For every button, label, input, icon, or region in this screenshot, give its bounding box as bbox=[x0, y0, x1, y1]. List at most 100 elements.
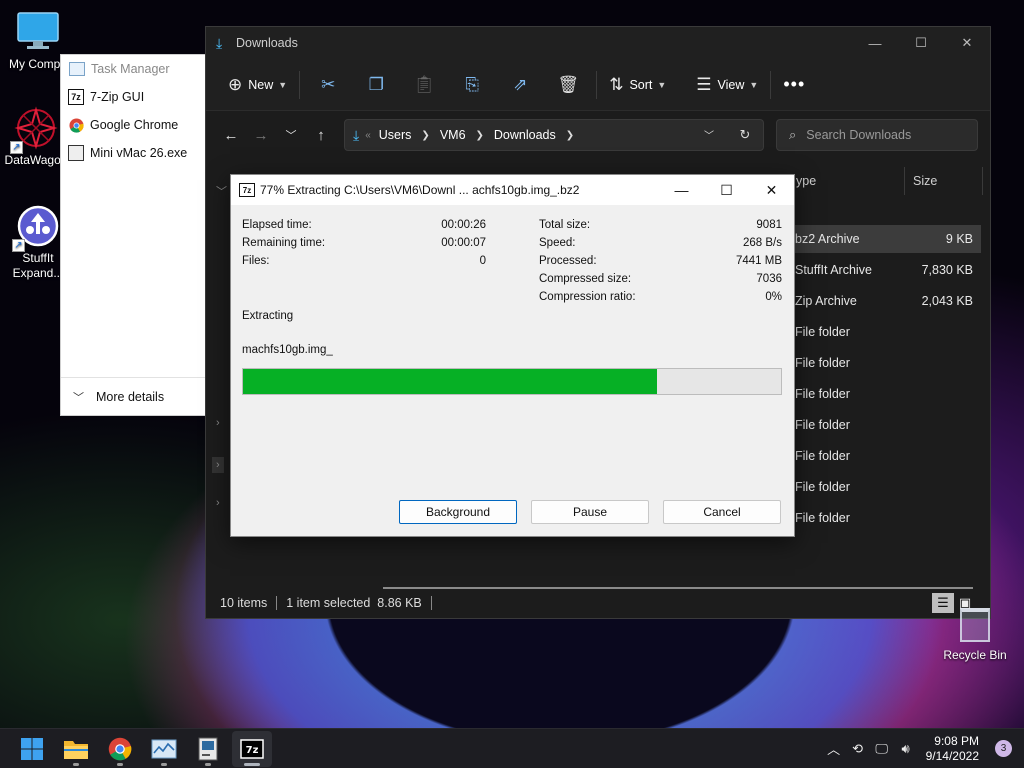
file-type: File folder bbox=[795, 511, 850, 525]
chevron-up-icon[interactable]: ︿ bbox=[822, 739, 846, 758]
refresh-icon[interactable]: ↻ bbox=[727, 127, 763, 143]
taskbar-file-explorer[interactable] bbox=[56, 731, 96, 767]
file-row[interactable]: File folder bbox=[791, 411, 981, 439]
file-row[interactable]: File folder bbox=[791, 380, 981, 408]
chevron-down-icon: ▼ bbox=[749, 79, 759, 90]
more-details-button[interactable]: ﹀ More details bbox=[61, 377, 219, 415]
running-indicator bbox=[117, 762, 123, 766]
maximize-button[interactable]: ☐ bbox=[898, 27, 944, 59]
expand-chevron-icon[interactable]: ﹀ bbox=[216, 183, 227, 199]
address-bar[interactable]: ⤓ « Users ❯ VM6 ❯ Downloads ❯ ﹀ ↻ bbox=[344, 119, 764, 151]
cut-icon[interactable]: ✂ bbox=[304, 69, 352, 101]
file-row[interactable]: File folder bbox=[791, 442, 981, 470]
file-row[interactable]: File folder bbox=[791, 318, 981, 346]
more-options-icon[interactable]: ••• bbox=[775, 69, 813, 101]
file-row[interactable]: File folder bbox=[791, 349, 981, 377]
file-size: 7,830 KB bbox=[921, 263, 973, 277]
chevron-right-icon[interactable]: › bbox=[212, 457, 224, 473]
file-row[interactable]: Zip Archive 2,043 KB bbox=[791, 287, 981, 315]
volume-icon[interactable]: 🔊︎ bbox=[894, 741, 918, 757]
total-size-value: 9081 bbox=[756, 219, 782, 231]
pause-button[interactable]: Pause bbox=[531, 500, 649, 524]
minimize-button[interactable]: — bbox=[659, 175, 704, 205]
copy-icon[interactable]: ❐ bbox=[352, 69, 400, 101]
sync-icon[interactable]: ⟲ bbox=[846, 741, 870, 757]
chevron-right-icon[interactable]: › bbox=[216, 417, 220, 429]
toolbar-divider bbox=[770, 70, 772, 99]
task-manager-title: Task Manager bbox=[91, 62, 170, 76]
chevron-right-icon[interactable]: › bbox=[216, 497, 220, 509]
rename-icon[interactable]: ⎘ bbox=[448, 69, 496, 101]
running-indicator bbox=[73, 762, 79, 766]
forward-arrow-icon[interactable]: → bbox=[246, 120, 276, 150]
sort-button-label: Sort bbox=[629, 77, 653, 92]
chevron-right-icon: ❯ bbox=[565, 129, 575, 141]
taskbar-chrome[interactable] bbox=[100, 731, 140, 767]
plus-circle-icon: ⊕ bbox=[228, 74, 243, 94]
column-header-size-label: Size bbox=[913, 174, 938, 188]
status-divider bbox=[276, 596, 278, 610]
clock[interactable]: 9:08 PM 9/14/2022 bbox=[926, 734, 987, 764]
view-list-icon: ☰ bbox=[696, 74, 712, 94]
file-row[interactable]: bz2 Archive 9 KB bbox=[791, 225, 981, 253]
cancel-button[interactable]: Cancel bbox=[663, 500, 781, 524]
view-button[interactable]: ☰ View ▼ bbox=[688, 69, 766, 101]
dialog-titlebar[interactable]: 7z 77% Extracting C:\Users\VM6\Downl ...… bbox=[231, 175, 794, 205]
sort-icon: ⇅ bbox=[609, 74, 624, 94]
delete-icon[interactable]: 🗑︎ bbox=[544, 69, 592, 101]
compression-ratio-value: 0% bbox=[765, 291, 782, 303]
address-history-chevron-icon[interactable]: ﹀ bbox=[691, 127, 727, 143]
notification-badge[interactable]: 3 bbox=[995, 740, 1012, 757]
svg-text:7z: 7z bbox=[246, 745, 259, 756]
breadcrumb-users[interactable]: Users bbox=[379, 128, 412, 142]
more-details-label: More details bbox=[96, 389, 165, 404]
task-manager-item-label: Google Chrome bbox=[90, 118, 179, 132]
breadcrumb-downloads[interactable]: Downloads bbox=[494, 128, 556, 142]
background-button[interactable]: Background bbox=[399, 500, 517, 524]
speed-label: Speed: bbox=[539, 237, 576, 249]
task-manager-icon bbox=[151, 739, 177, 758]
taskbar-task-manager[interactable] bbox=[144, 731, 184, 767]
close-button[interactable]: ✕ bbox=[944, 27, 990, 59]
running-indicator bbox=[205, 762, 211, 766]
desktop-icon-recycle-bin[interactable]: Recycle Bin bbox=[940, 608, 1010, 662]
7zip-icon: 7z bbox=[240, 738, 264, 759]
remaining-time-label: Remaining time: bbox=[242, 237, 326, 249]
explorer-titlebar[interactable]: ⤓ Downloads — ☐ ✕ bbox=[206, 27, 990, 59]
task-manager-titlebar[interactable]: Task Manager bbox=[61, 55, 219, 83]
progress-bar-fill bbox=[243, 369, 658, 394]
file-type: File folder bbox=[795, 418, 850, 432]
paste-icon[interactable]: 📋︎ bbox=[400, 69, 448, 101]
new-button[interactable]: ⊕ New ▼ bbox=[220, 69, 295, 101]
explorer-navigation-bar: ← → ﹀ ↑ ⤓ « Users ❯ VM6 ❯ Downloads ❯ ﹀ … bbox=[206, 111, 990, 159]
share-icon[interactable]: ⇗ bbox=[496, 69, 544, 101]
start-button[interactable] bbox=[12, 731, 52, 767]
file-row[interactable]: StuffIt Archive 7,830 KB bbox=[791, 256, 981, 284]
address-overflow[interactable]: « bbox=[365, 130, 371, 141]
taskbar-7zip[interactable]: 7z bbox=[232, 730, 272, 767]
network-icon[interactable]: 🖵︎ bbox=[870, 741, 894, 757]
new-button-label: New bbox=[248, 77, 274, 92]
back-arrow-icon[interactable]: ← bbox=[216, 120, 246, 150]
current-file-name: machfs10gb.img_ bbox=[242, 344, 333, 356]
column-header-type[interactable]: ype bbox=[791, 167, 905, 195]
taskbar-minivmac[interactable] bbox=[188, 731, 228, 767]
up-arrow-icon[interactable]: ↑ bbox=[306, 120, 336, 150]
maximize-button[interactable]: ☐ bbox=[704, 175, 749, 205]
search-box[interactable]: ⌕ Search Downloads bbox=[776, 119, 978, 151]
breadcrumb-vm6[interactable]: VM6 bbox=[440, 128, 466, 142]
file-type: File folder bbox=[795, 449, 850, 463]
close-button[interactable]: ✕ bbox=[749, 175, 794, 205]
task-manager-item-7zip[interactable]: 7z 7-Zip GUI bbox=[61, 83, 219, 111]
shortcut-arrow-icon: ↗ bbox=[10, 141, 23, 154]
task-manager-item-chrome[interactable]: Google Chrome bbox=[61, 111, 219, 139]
datawagon-icon: ↗ bbox=[10, 106, 58, 154]
sort-button[interactable]: ⇅ Sort ▼ bbox=[601, 69, 674, 101]
compressed-size-value: 7036 bbox=[756, 273, 782, 285]
file-row[interactable]: File folder bbox=[791, 473, 981, 501]
recent-locations-chevron-icon[interactable]: ﹀ bbox=[276, 120, 306, 150]
column-header-size[interactable]: Size bbox=[905, 167, 983, 195]
minimize-button[interactable]: — bbox=[852, 27, 898, 59]
task-manager-item-minivmac[interactable]: Mini vMac 26.exe bbox=[61, 139, 219, 167]
file-row[interactable]: File folder bbox=[791, 504, 981, 532]
